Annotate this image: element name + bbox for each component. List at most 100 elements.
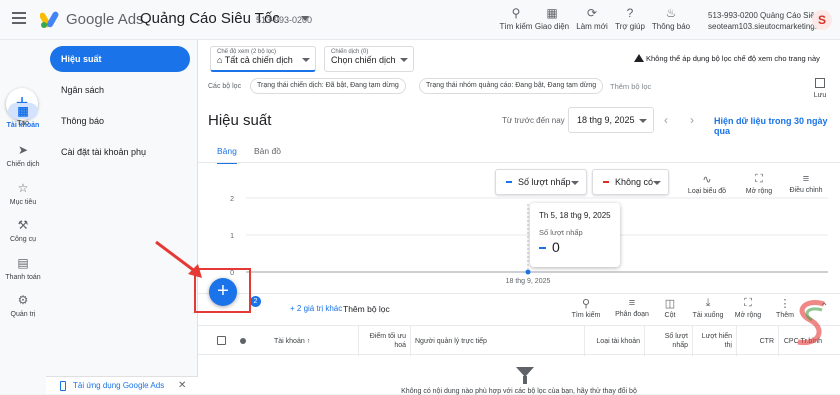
x-tick-label: 18 thg 9, 2025	[506, 278, 551, 285]
y-tick-label: 2	[230, 196, 234, 203]
nav-item-sub-account-settings[interactable]: Cài đặt tài khoản phụ	[50, 139, 190, 165]
filter-chip-campaign-status[interactable]: Trạng thái chiến dịch: Đã bật, Đang tạm …	[250, 78, 406, 94]
campaign-icon: ➤	[17, 143, 29, 157]
add-table-filter-button[interactable]: Thêm bộ lọc	[343, 304, 390, 314]
column-account[interactable]: Tài khoản ↑	[270, 326, 358, 356]
chart-tooltip: Th 5, 18 thg 9, 2025 Số lượt nhấp 0	[530, 203, 620, 267]
campaign-select-value: Chọn chiến dịch	[331, 55, 396, 65]
filter-count-badge: 2	[250, 296, 261, 307]
rail-item-admin[interactable]: ⚙ Quản trị	[0, 292, 46, 318]
next-period-button[interactable]: ›	[690, 113, 694, 127]
download-button[interactable]: ⤓ Tải xuống	[688, 297, 728, 319]
column-optimization-score[interactable]: Điểm tối ưu hoá	[358, 326, 410, 356]
chevron-down-icon	[653, 181, 661, 185]
rail-item-campaigns[interactable]: ➤ Chiến dịch	[0, 142, 46, 168]
nav-item-budget[interactable]: Ngân sách	[50, 77, 190, 103]
pointer-arrow	[155, 240, 202, 278]
rail-item-account[interactable]: ▦ Tài khoản	[0, 103, 46, 129]
segment-icon: ≡	[628, 297, 636, 309]
rail-item-goals[interactable]: ☆ Mục tiêu	[0, 180, 46, 206]
performance-chart: 0 1 2 18 thg 9, 2025	[230, 196, 828, 285]
status-dot-icon	[240, 338, 246, 344]
appearance-tool[interactable]: ▦ Giao diện	[530, 6, 574, 31]
tools-icon: ⚒	[17, 218, 29, 232]
nav-item-notifications[interactable]: Thông báo	[50, 108, 190, 134]
download-icon: ⤓	[705, 297, 711, 309]
expand-icon: ⛶	[755, 173, 763, 185]
filters-label: Các bộ lọc	[208, 83, 242, 90]
left-rail: + Tạo ▦Tài khoản ➤Chiến dịch ☆Mục tiêu ⚒…	[0, 40, 46, 394]
main-content: Chế độ xem (2 bộ lọc) ⌂ Tất cả chiến dịc…	[198, 40, 840, 395]
app-download-label: Tải ứng dụng Google Ads	[73, 381, 165, 390]
page-title: Hiệu suất	[208, 112, 272, 129]
save-icon	[815, 78, 825, 88]
rail-item-billing[interactable]: ▤ Thanh toán	[0, 255, 46, 281]
help-tool[interactable]: ? Trợ giúp	[608, 6, 652, 31]
filter-warning: Không thể áp dụng bộ lọc chế độ xem cho …	[646, 54, 820, 63]
menu-icon[interactable]	[12, 12, 26, 24]
column-direct-manager[interactable]: Người quản lý trực tiếp	[410, 326, 584, 356]
prev-period-button[interactable]: ‹	[664, 113, 668, 127]
chevron-down-icon	[571, 181, 579, 185]
tooltip-date: Th 5, 18 thg 9, 2025	[539, 211, 611, 220]
trophy-icon: ☆	[17, 181, 29, 195]
nav-item-performance[interactable]: Hiệu suất	[50, 46, 190, 72]
chevron-down-icon	[302, 58, 310, 62]
filter-chip-adgroup-status[interactable]: Trạng thái nhóm quảng cáo: Đang bật, Đan…	[419, 78, 604, 94]
column-account-type[interactable]: Loại tài khoản	[584, 326, 644, 356]
notifications-tool[interactable]: ♨ Thông báo	[649, 6, 693, 31]
avatar[interactable]: S	[812, 10, 832, 30]
top-bar: Google Ads Quảng Cáo Siêu Tốc 513-993-02…	[0, 0, 840, 40]
view-mode-select[interactable]: Chế độ xem (2 bộ lọc) ⌂ Tất cả chiến dịc…	[210, 46, 316, 72]
segment-button[interactable]: ≡ Phân đoạn	[612, 297, 652, 318]
date-range-label: Từ trước đến nay	[502, 116, 565, 125]
account-icon: ▦	[8, 103, 38, 119]
expand-icon: ⛶	[744, 297, 752, 309]
phone-icon	[60, 381, 66, 391]
tune-icon: ≡	[802, 173, 810, 185]
brand-name: Google Ads	[66, 11, 144, 28]
chevron-down-icon	[639, 119, 647, 123]
help-icon: ?	[626, 6, 634, 20]
filter-icon-stem	[523, 376, 527, 384]
view-mode-value: Tất cả chiến dịch	[224, 55, 293, 65]
table-search-button[interactable]: ⚲ Tìm kiếm	[566, 297, 606, 319]
tooltip-metric: Số lượt nhấp	[539, 228, 583, 237]
more-filter-values-link[interactable]: + 2 giá trị khác	[290, 304, 342, 313]
show-30-days-link[interactable]: Hiện dữ liệu trong 30 ngày qua	[714, 116, 840, 136]
line-chart-icon: ∿	[702, 174, 712, 186]
table-expand-button[interactable]: ⛶ Mở rộng	[728, 297, 768, 319]
google-ads-logo	[40, 11, 59, 28]
column-ctr[interactable]: CTR	[736, 326, 778, 356]
series-color-blue	[539, 247, 546, 250]
columns-icon: ◫	[664, 298, 676, 310]
rail-item-tools[interactable]: ⚒ Công cụ	[0, 217, 46, 243]
y-tick-label: 1	[230, 233, 234, 240]
column-impressions[interactable]: Lượt hiển thị	[692, 326, 736, 356]
arrow-up-icon: ↑	[306, 337, 311, 345]
watermark-logo	[797, 300, 825, 346]
tooltip-value: 0	[552, 239, 560, 255]
chevron-down-icon[interactable]	[301, 16, 309, 21]
date-picker[interactable]: 18 thg 9, 2025	[568, 107, 654, 133]
tab-divider	[198, 162, 840, 163]
app-download-banner[interactable]: Tải ứng dụng Google Ads ✕	[46, 376, 198, 394]
save-button[interactable]: Lưu	[808, 78, 832, 99]
chart-adjust-button[interactable]: ≡ Điều chỉnh	[783, 173, 829, 194]
add-filter-button[interactable]: Thêm bộ lọc	[610, 82, 651, 91]
bell-icon: ♨	[665, 6, 677, 20]
account-switcher[interactable]: 513-993-0200 Quảng Cáo Siêu... seoteam10…	[708, 10, 826, 32]
account-line-1: 513-993-0200 Quảng Cáo Siêu...	[708, 11, 826, 20]
series-color-red	[603, 181, 609, 183]
close-icon[interactable]: ✕	[178, 377, 186, 395]
nav-panel: Hiệu suất Ngân sách Thông báo Cài đặt tà…	[46, 40, 198, 394]
home-icon: ⌂	[217, 55, 225, 65]
campaign-select[interactable]: Chiến dịch (0) Chọn chiến dịch	[324, 46, 414, 72]
columns-button[interactable]: ◫ Cột	[650, 297, 690, 319]
chevron-down-icon	[400, 58, 408, 62]
select-all-checkbox[interactable]	[217, 336, 226, 345]
column-clicks[interactable]: Số lượt nhấp	[644, 326, 692, 356]
appearance-icon: ▦	[546, 6, 558, 20]
warning-icon	[634, 54, 644, 62]
tab-map[interactable]: Bản đồ	[254, 146, 281, 162]
